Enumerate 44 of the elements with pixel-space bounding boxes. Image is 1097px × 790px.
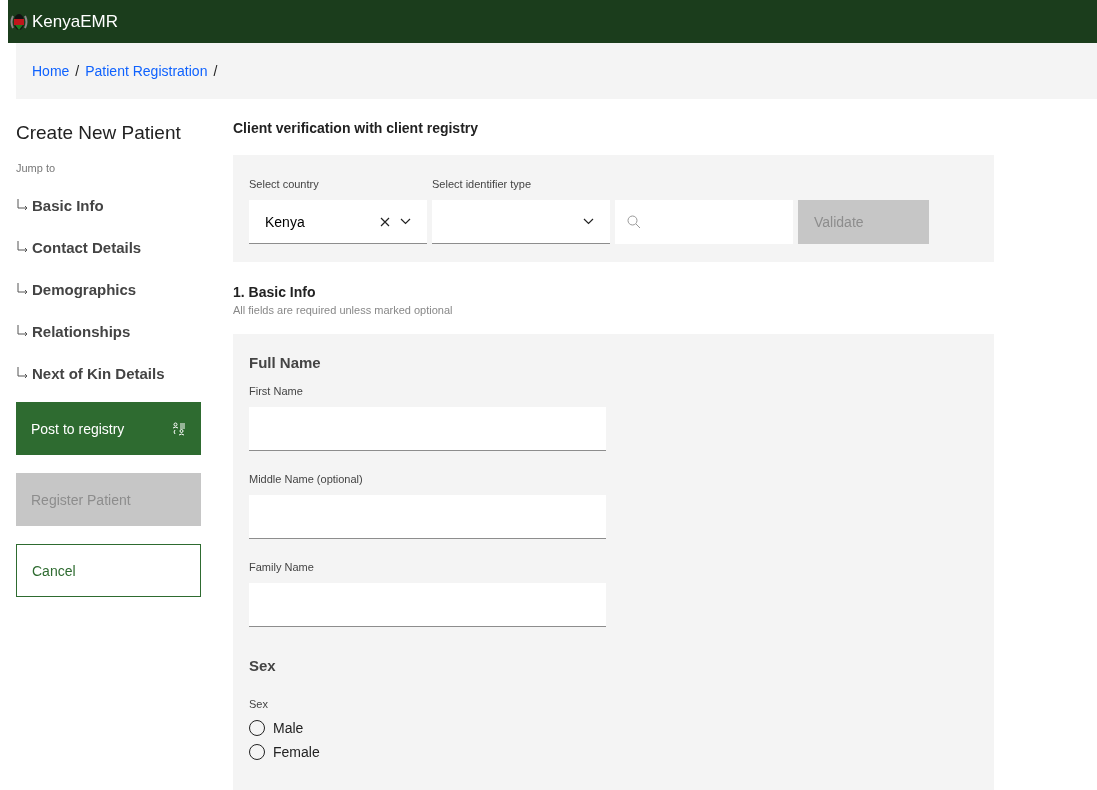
page-title: Create New Patient <box>16 122 182 144</box>
breadcrumb-separator: / <box>213 63 218 79</box>
app-title: KenyaEMR <box>32 11 118 32</box>
field-label: Sex <box>249 698 268 710</box>
return-arrow-icon <box>16 366 30 380</box>
country-dropdown[interactable]: Kenya <box>249 200 427 244</box>
field-label: First Name <box>249 385 303 397</box>
breadcrumb-link[interactable]: Home <box>32 63 70 79</box>
field-label: Select identifier type <box>432 178 533 190</box>
helper-text: All fields are required unless marked optional <box>233 304 454 316</box>
section-link[interactable]: Contact Details <box>16 226 142 268</box>
return-arrow-icon <box>16 198 30 212</box>
shield-logo-icon <box>10 12 28 31</box>
radio-option[interactable]: Female <box>249 740 320 764</box>
section-heading: 1. Basic Info <box>233 284 317 300</box>
breadcrumb-link[interactable]: Patient Registration <box>85 63 208 79</box>
section-link[interactable]: Relationships <box>16 310 131 352</box>
identifier-type-dropdown[interactable] <box>432 200 610 244</box>
field-label: Middle Name (optional) <box>249 473 363 485</box>
search-icon <box>627 215 641 229</box>
search-field[interactable] <box>615 200 793 244</box>
group-heading: Full Name <box>249 354 321 371</box>
section-link[interactable]: Demographics <box>16 268 137 310</box>
text-input-field[interactable] <box>249 495 606 539</box>
field-label: Family Name <box>249 561 314 573</box>
cancel-button[interactable]: Cancel <box>16 544 201 597</box>
breadcrumb-separator: / <box>75 63 80 79</box>
group-heading: Sex <box>249 657 276 674</box>
section-link[interactable]: Basic Info <box>16 184 104 226</box>
return-arrow-icon <box>16 324 30 338</box>
chevron-down-icon <box>583 218 594 225</box>
clear-icon[interactable] <box>380 216 390 227</box>
people-list-icon <box>172 421 186 436</box>
jump-to-label: Jump to <box>16 162 57 174</box>
chevron-down-icon <box>400 218 411 225</box>
text-input-field[interactable] <box>249 407 606 451</box>
section-link[interactable]: Next of Kin Details <box>16 352 165 394</box>
text-input-field[interactable] <box>249 583 606 627</box>
field-label: Select country <box>249 178 320 190</box>
radio-option[interactable]: Male <box>249 716 304 740</box>
action-button[interactable]: Post to registry <box>16 402 201 455</box>
return-arrow-icon <box>16 282 30 296</box>
section-heading: Client verification with client registry <box>233 120 480 136</box>
return-arrow-icon <box>16 240 30 254</box>
